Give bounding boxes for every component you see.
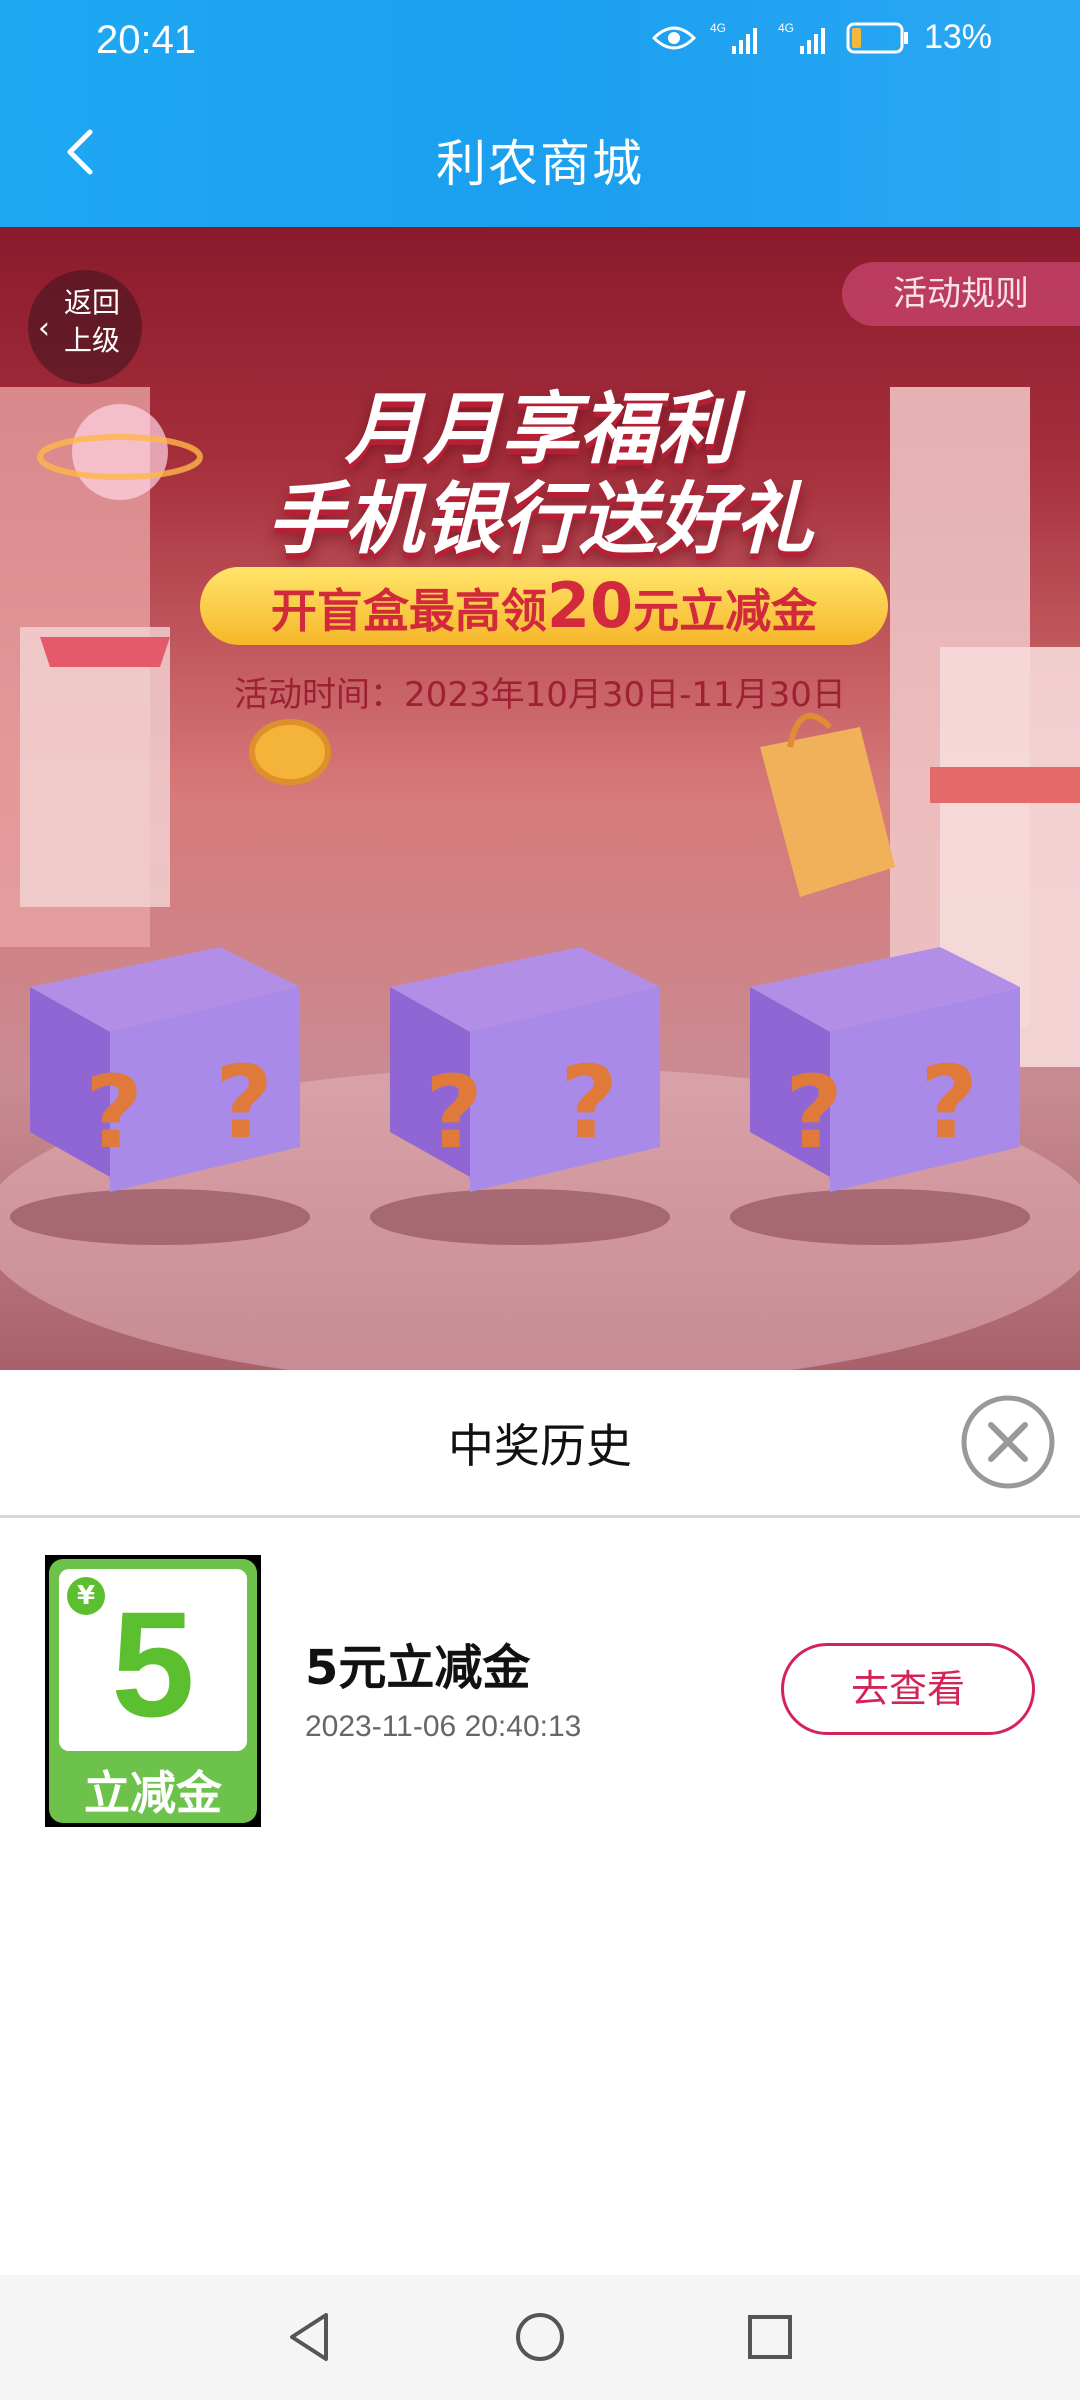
nav-recents-icon[interactable] [738,2305,802,2369]
promo-amount: 20 [546,569,634,642]
nav-back-icon[interactable] [278,2305,342,2369]
network-label: 4G [710,21,726,35]
box-question-mark: ? [560,1044,618,1161]
banner-headline-2: 手机银行送好礼 [266,475,813,565]
prize-name: 5元立减金 [305,1640,531,1696]
signal-icon-2: 4G [778,21,825,54]
coin-icon [249,719,331,785]
box-question-mark: ? [785,1054,843,1171]
mystery-box-2[interactable]: ? ? [370,947,670,1245]
title-bar: 利农商城 [0,100,1080,210]
header: 20:41 4G 4G 13% 利农商城 [0,0,1080,227]
prize-time: 2023-11-06 20:40:13 [305,1710,582,1743]
promo-banner: ? ? ? ? ? ? ‹ 返回 上级 活动规则 月月享福利 手机银行送好礼 开… [0,227,1080,1370]
yen-icon: ¥ [67,1577,105,1615]
mystery-box-1[interactable]: ? ? [10,947,310,1245]
battery-icon [846,22,908,53]
box-question-mark: ? [215,1044,273,1161]
battery-percent: 13% [923,18,992,56]
box-question-mark: ? [425,1054,483,1171]
return-label-line-1: 返回 [63,286,120,319]
voucher-badge: 5 ¥ 立减金 [45,1555,261,1827]
shopping-bag-icon [760,727,895,897]
promo-suffix: 元立减金 [633,584,818,638]
chevron-left-icon: ‹ [38,311,50,346]
prize-history-sheet: 中奖历史 5 ¥ 立减金 5元立减金 2023-11-06 20:40:13 去… [0,1370,1080,2275]
sheet-title: 中奖历史 [448,1419,632,1473]
box-question-mark: ? [85,1054,143,1171]
view-prize-button[interactable]: 去查看 [781,1643,1035,1735]
close-icon[interactable] [960,1394,1056,1490]
return-label-line-2: 上级 [63,324,120,357]
divider [0,1515,1080,1518]
status-bar: 20:41 4G 4G 13% [0,0,1080,80]
eye-icon [651,26,696,49]
box-question-mark: ? [920,1044,978,1161]
activity-time: 活动时间：2023年10月30日-11月30日 [234,675,846,715]
mystery-box-3[interactable]: ? ? [730,947,1030,1245]
network-label-2: 4G [778,21,794,35]
promo-pill: 开盲盒最高领20元立减金 [200,567,888,645]
signal-icon: 4G [710,21,757,54]
nav-home-icon[interactable] [508,2305,572,2369]
system-nav-bar [0,2275,1080,2400]
voucher-label: 立减金 [84,1766,222,1820]
activity-rules-button[interactable]: 活动规则 [842,262,1080,326]
promo-prefix: 开盲盒最高领 [270,584,547,638]
page-title: 利农商城 [436,135,644,193]
status-time: 20:41 [96,18,197,62]
status-icons: 4G 4G 13% [651,18,992,57]
